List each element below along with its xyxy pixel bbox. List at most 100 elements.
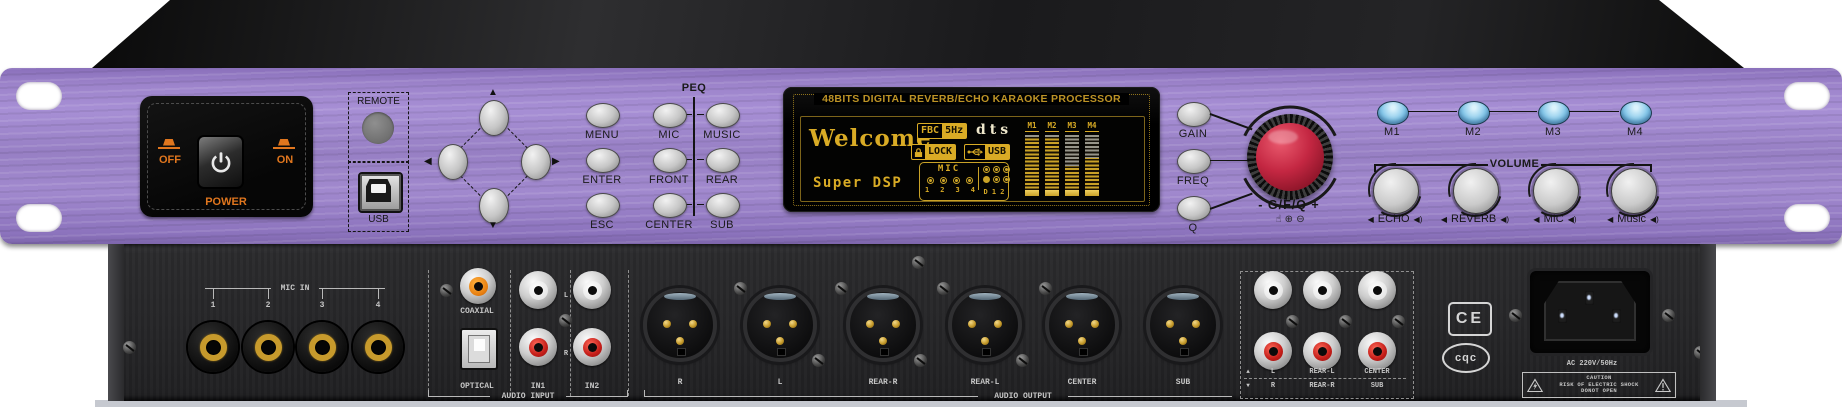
chassis-top	[92, 0, 1744, 68]
usb-label-screen: USB	[985, 145, 1009, 159]
right-arrow-icon: ▶	[552, 157, 560, 167]
power-button[interactable]	[197, 135, 244, 189]
q-label: Q	[1158, 222, 1228, 234]
mic2-number: 2	[263, 301, 273, 310]
mic-in-jack-3[interactable]	[297, 322, 347, 372]
ac-rating-label: AC 220V/50Hz	[1532, 360, 1652, 368]
freq-button[interactable]	[1177, 149, 1211, 174]
warning-icon	[1655, 378, 1671, 393]
audio-output-label: AUDIO OUTPUT	[980, 392, 1066, 401]
in2-right-rca[interactable]	[573, 328, 611, 366]
xlr-output-rear-l[interactable]	[948, 288, 1022, 362]
nav-left-button[interactable]	[438, 144, 468, 180]
screw	[914, 354, 927, 367]
screw	[1694, 346, 1707, 359]
rca-r-label: R	[1258, 382, 1288, 390]
audio-input-label: AUDIO INPUT	[490, 392, 566, 401]
level-meters: M1 M2 M3 M4	[1025, 121, 1099, 196]
optical-input[interactable]	[460, 328, 498, 370]
mic-channel-dots	[927, 177, 973, 184]
gain-button[interactable]	[1177, 102, 1211, 127]
remote-box: REMOTE	[348, 92, 409, 163]
rack-hole	[16, 82, 62, 110]
freq-label: FREQ	[1158, 175, 1228, 187]
enter-button[interactable]	[586, 148, 620, 173]
peq-rear-label: REAR	[687, 174, 757, 186]
menu-button[interactable]	[586, 103, 620, 128]
peq-music-button[interactable]	[706, 103, 740, 128]
mic1-number: 1	[208, 301, 218, 310]
rca-out-rear-r[interactable]	[1303, 332, 1341, 370]
rack-hole	[16, 204, 62, 232]
rca-out-r[interactable]	[1254, 332, 1292, 370]
left-arrow-icon: ◀	[424, 157, 432, 167]
power-off-label: OFF	[152, 154, 188, 166]
zoom-in-icon: ⊕	[1285, 214, 1293, 225]
led-link	[1569, 111, 1619, 112]
peq-rear-button[interactable]	[706, 148, 740, 173]
peq-center-button[interactable]	[653, 193, 687, 218]
mic-in-jack-1[interactable]	[188, 322, 238, 372]
meter-m2: M2	[1045, 121, 1059, 196]
nav-down-button[interactable]	[479, 188, 509, 224]
ce-mark: CE	[1448, 302, 1492, 336]
down-arrow-icon: ▼	[488, 221, 498, 231]
mic-in-jack-4[interactable]	[353, 322, 403, 372]
mic3-number: 3	[317, 301, 327, 310]
nav-up-button[interactable]	[479, 100, 509, 136]
in2-left-rca[interactable]	[573, 271, 611, 309]
q-button[interactable]	[1177, 196, 1211, 221]
display-screen: Welcome Super DSP FBC 5Hz dts LOCK	[800, 116, 1145, 202]
peq-sub-button[interactable]	[706, 193, 740, 218]
ir-sensor	[362, 112, 394, 144]
peq-front-button[interactable]	[653, 148, 687, 173]
reverb-volume-knob[interactable]	[1453, 168, 1499, 214]
coaxial-input[interactable]	[460, 268, 496, 304]
rca-out-l[interactable]	[1254, 271, 1292, 309]
power-on-label: ON	[267, 154, 303, 166]
audio-output-tick	[644, 390, 645, 396]
xlr-output-r[interactable]	[643, 288, 717, 362]
down-arrow-icon: ▼	[1244, 382, 1252, 389]
screw	[1016, 354, 1029, 367]
echo-volume-knob[interactable]	[1373, 168, 1419, 214]
mic-in-label: MIC IN	[271, 284, 319, 293]
gfq-knob[interactable]	[1247, 114, 1333, 200]
fbc-label: FBC	[918, 124, 942, 138]
rca-rear-l-label: REAR-L	[1298, 368, 1346, 376]
peq-mic-button[interactable]	[653, 103, 687, 128]
rate-label: 5Hz	[942, 124, 966, 138]
screw	[1509, 309, 1522, 322]
esc-button-label: ESC	[567, 219, 637, 231]
in1-right-rca[interactable]	[519, 328, 557, 366]
xlr-r-label: R	[640, 378, 720, 387]
in2-label: IN2	[570, 382, 614, 391]
screw	[440, 284, 453, 297]
peq-sub-label: SUB	[687, 219, 757, 231]
gain-label: GAIN	[1158, 128, 1228, 140]
xlr-output-center[interactable]	[1045, 288, 1119, 362]
input-l-label: L	[561, 292, 571, 300]
speaker-loud-icon: ◀)	[1414, 215, 1423, 224]
xlr-output-l[interactable]	[743, 288, 817, 362]
rear-panel: MIC IN 1 2 3 4 COAXIAL OPTICAL L R IN1 I…	[108, 244, 1716, 401]
mic4-number: 4	[373, 301, 383, 310]
input-r-label: R	[561, 350, 571, 358]
rca-out-rear-l[interactable]	[1303, 271, 1341, 309]
mic-volume-knob[interactable]	[1533, 168, 1579, 214]
xlr-output-sub[interactable]	[1146, 288, 1220, 362]
in1-left-rca[interactable]	[519, 271, 557, 309]
esc-button[interactable]	[586, 193, 620, 218]
mic-in-jack-2[interactable]	[243, 322, 293, 372]
nav-right-button[interactable]	[521, 144, 551, 180]
music-volume-knob[interactable]	[1611, 168, 1657, 214]
mic-in-tick	[268, 288, 269, 299]
ac-inlet[interactable]	[1527, 268, 1653, 356]
m1-led-label: M1	[1367, 126, 1417, 138]
xlr-output-rear-r[interactable]	[846, 288, 920, 362]
usb-port[interactable]	[358, 172, 403, 213]
rca-out-sub[interactable]	[1358, 332, 1396, 370]
ac-pin	[1558, 309, 1567, 323]
rca-out-center[interactable]	[1358, 271, 1396, 309]
m3-led	[1538, 101, 1570, 125]
